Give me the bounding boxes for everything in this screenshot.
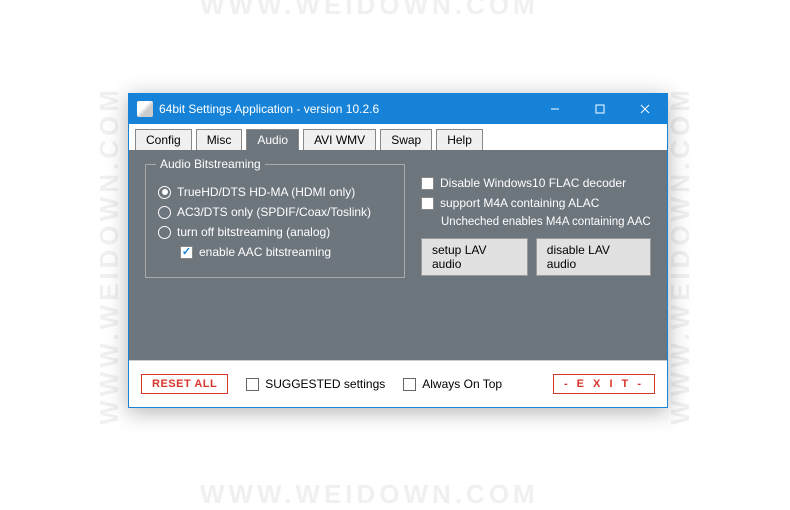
- tab-misc[interactable]: Misc: [196, 129, 243, 151]
- checkbox-icon: [421, 197, 434, 210]
- window-title: 64bit Settings Application - version 10.…: [159, 102, 532, 116]
- minimize-button[interactable]: [532, 94, 577, 124]
- setup-lav-button[interactable]: setup LAV audio: [421, 238, 528, 276]
- tab-config[interactable]: Config: [135, 129, 192, 151]
- exit-button[interactable]: - E X I T -: [553, 374, 655, 394]
- titlebar: 64bit Settings Application - version 10.…: [129, 94, 667, 124]
- radio-ac3[interactable]: AC3/DTS only (SPDIF/Coax/Toslink): [158, 205, 392, 219]
- bottombar: RESET ALL SUGGESTED settings Always On T…: [129, 360, 667, 407]
- right-column: Disable Windows10 FLAC decoder support M…: [421, 164, 651, 276]
- checkbox-icon: [421, 177, 434, 190]
- always-on-top-label: Always On Top: [422, 377, 502, 391]
- watermark-top: WWW.WEIDOWN.COM: [200, 0, 539, 21]
- tab-help[interactable]: Help: [436, 129, 483, 151]
- support-m4a-label: support M4A containing ALAC: [440, 196, 599, 210]
- tabstrip: Config Misc Audio AVI WMV Swap Help: [129, 124, 667, 150]
- suggested-label: SUGGESTED settings: [265, 377, 385, 391]
- checkbox-support-m4a[interactable]: support M4A containing ALAC: [421, 196, 651, 210]
- radio-icon: [158, 226, 171, 239]
- audio-bitstreaming-group: Audio Bitstreaming TrueHD/DTS HD-MA (HDM…: [145, 164, 405, 278]
- checkbox-suggested[interactable]: SUGGESTED settings: [246, 377, 385, 391]
- tab-audio[interactable]: Audio: [246, 129, 299, 151]
- watermark-right: WWW.WEIDOWN.COM: [665, 86, 696, 425]
- close-button[interactable]: [622, 94, 667, 124]
- disable-flac-label: Disable Windows10 FLAC decoder: [440, 176, 626, 190]
- checkbox-disable-flac[interactable]: Disable Windows10 FLAC decoder: [421, 176, 651, 190]
- checkbox-icon: [180, 246, 193, 259]
- enable-aac-label: enable AAC bitstreaming: [199, 245, 331, 259]
- radio-off-label: turn off bitstreaming (analog): [177, 225, 330, 239]
- checkbox-always-on-top[interactable]: Always On Top: [403, 377, 502, 391]
- disable-lav-button[interactable]: disable LAV audio: [536, 238, 651, 276]
- maximize-button[interactable]: [577, 94, 622, 124]
- radio-off[interactable]: turn off bitstreaming (analog): [158, 225, 392, 239]
- m4a-note: Uncheched enables M4A containing AAC: [441, 216, 651, 228]
- watermark-left: WWW.WEIDOWN.COM: [94, 86, 125, 425]
- app-window: 64bit Settings Application - version 10.…: [128, 93, 668, 408]
- radio-icon: [158, 206, 171, 219]
- lav-button-row: setup LAV audio disable LAV audio: [421, 238, 651, 276]
- tab-aviwmv[interactable]: AVI WMV: [303, 129, 376, 151]
- checkbox-enable-aac[interactable]: enable AAC bitstreaming: [180, 245, 392, 259]
- app-icon: [137, 101, 153, 117]
- radio-truehd-label: TrueHD/DTS HD-MA (HDMI only): [177, 185, 355, 199]
- group-legend: Audio Bitstreaming: [156, 157, 265, 171]
- tab-swap[interactable]: Swap: [380, 129, 432, 151]
- watermark-bottom: WWW.WEIDOWN.COM: [200, 479, 539, 510]
- checkbox-icon: [246, 378, 259, 391]
- reset-all-button[interactable]: RESET ALL: [141, 374, 228, 394]
- radio-truehd[interactable]: TrueHD/DTS HD-MA (HDMI only): [158, 185, 392, 199]
- radio-icon: [158, 186, 171, 199]
- audio-pane: Audio Bitstreaming TrueHD/DTS HD-MA (HDM…: [129, 150, 667, 360]
- checkbox-icon: [403, 378, 416, 391]
- radio-ac3-label: AC3/DTS only (SPDIF/Coax/Toslink): [177, 205, 371, 219]
